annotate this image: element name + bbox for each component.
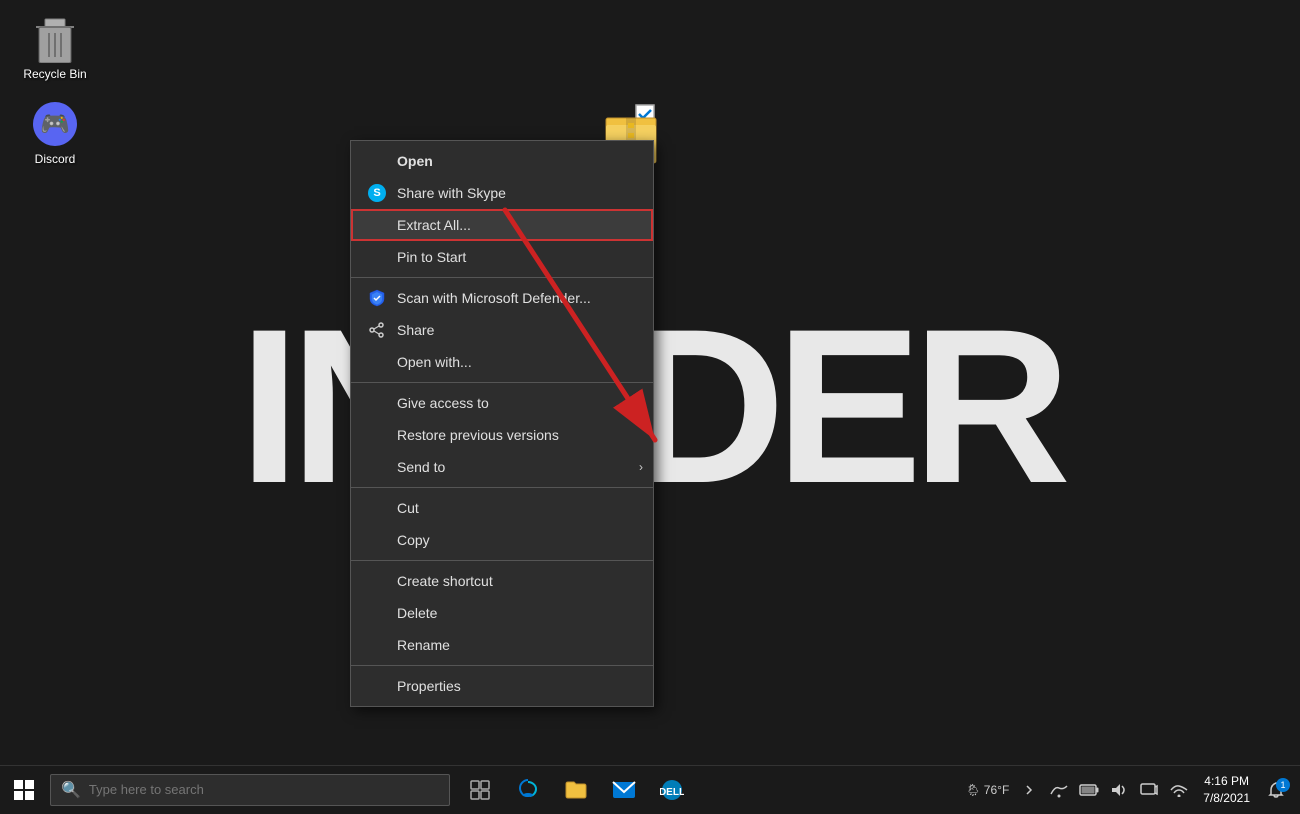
battery-icon[interactable]: [1075, 776, 1103, 804]
taskbar: 🔍: [0, 765, 1300, 813]
recycle-bin-image: [31, 15, 79, 63]
network-icon[interactable]: [1045, 776, 1073, 804]
svg-text:🎮: 🎮: [40, 111, 70, 138]
context-menu: Open S Share with Skype Extract All... P…: [350, 140, 654, 707]
delete-icon: [367, 603, 387, 623]
defender-icon: [367, 288, 387, 308]
menu-separator-1: [351, 277, 653, 278]
open-with-icon: [367, 352, 387, 372]
start-button[interactable]: [0, 766, 48, 814]
share-icon: [367, 320, 387, 340]
menu-item-restore[interactable]: Restore previous versions: [351, 419, 653, 451]
screen-record-icon[interactable]: [1135, 776, 1163, 804]
show-hidden-icons[interactable]: [1015, 776, 1043, 804]
discord-label: Discord: [35, 152, 76, 166]
cut-icon: [367, 498, 387, 518]
clock-time: 4:16 PM: [1204, 773, 1249, 790]
system-clock[interactable]: 4:16 PM 7/8/2021: [1195, 773, 1258, 807]
menu-item-extract-all[interactable]: Extract All...: [351, 209, 653, 241]
notification-center[interactable]: 1: [1260, 774, 1292, 806]
menu-item-cut[interactable]: Cut: [351, 492, 653, 524]
taskbar-icons: DELL: [458, 766, 694, 814]
skype-icon: S: [367, 183, 387, 203]
send-to-chevron: ›: [639, 460, 643, 474]
extract-icon: [367, 215, 387, 235]
weather-widget[interactable]: 🌦 76°F: [962, 783, 1014, 797]
recycle-bin-icon[interactable]: Recycle Bin: [15, 15, 95, 81]
copy-icon: [367, 530, 387, 550]
wifi-icon[interactable]: [1165, 776, 1193, 804]
weather-temp: 76°F: [984, 783, 1009, 797]
rename-icon: [367, 635, 387, 655]
pin-icon: [367, 247, 387, 267]
windows-logo: [14, 780, 34, 800]
menu-item-open-with[interactable]: Open with...: [351, 346, 653, 378]
dell-icon[interactable]: DELL: [650, 766, 694, 814]
search-icon: 🔍: [61, 780, 81, 800]
discord-image: 🎮: [31, 100, 79, 148]
menu-item-open[interactable]: Open: [351, 145, 653, 177]
svg-text:DELL: DELL: [660, 787, 684, 798]
open-icon: [367, 151, 387, 171]
notification-badge: 1: [1276, 778, 1290, 792]
menu-item-share[interactable]: Share: [351, 314, 653, 346]
volume-icon[interactable]: [1105, 776, 1133, 804]
give-access-chevron: ›: [639, 396, 643, 410]
menu-item-send-to[interactable]: Send to ›: [351, 451, 653, 483]
menu-separator-2: [351, 382, 653, 383]
menu-item-give-access[interactable]: Give access to ›: [351, 387, 653, 419]
menu-separator-4: [351, 560, 653, 561]
clock-date: 7/8/2021: [1203, 790, 1250, 807]
task-view-button[interactable]: [458, 766, 502, 814]
menu-item-rename[interactable]: Rename: [351, 629, 653, 661]
discord-icon[interactable]: 🎮 Discord: [15, 100, 95, 166]
send-to-icon: [367, 457, 387, 477]
menu-separator-3: [351, 487, 653, 488]
menu-item-defender[interactable]: Scan with Microsoft Defender...: [351, 282, 653, 314]
weather-icon: 🌦: [966, 783, 981, 797]
shortcut-icon: [367, 571, 387, 591]
system-tray: 🌦 76°F: [962, 773, 1300, 807]
file-explorer-icon[interactable]: [554, 766, 598, 814]
search-input[interactable]: [89, 782, 439, 797]
menu-separator-5: [351, 665, 653, 666]
menu-item-delete[interactable]: Delete: [351, 597, 653, 629]
edge-icon[interactable]: [506, 766, 550, 814]
give-access-icon: [367, 393, 387, 413]
menu-item-properties[interactable]: Properties: [351, 670, 653, 702]
menu-item-share-skype[interactable]: S Share with Skype: [351, 177, 653, 209]
menu-item-create-shortcut[interactable]: Create shortcut: [351, 565, 653, 597]
mail-icon[interactable]: [602, 766, 646, 814]
restore-icon: [367, 425, 387, 445]
taskbar-search[interactable]: 🔍: [50, 774, 450, 806]
menu-item-copy[interactable]: Copy: [351, 524, 653, 556]
menu-item-pin-start[interactable]: Pin to Start: [351, 241, 653, 273]
recycle-bin-label: Recycle Bin: [23, 67, 86, 81]
properties-icon: [367, 676, 387, 696]
